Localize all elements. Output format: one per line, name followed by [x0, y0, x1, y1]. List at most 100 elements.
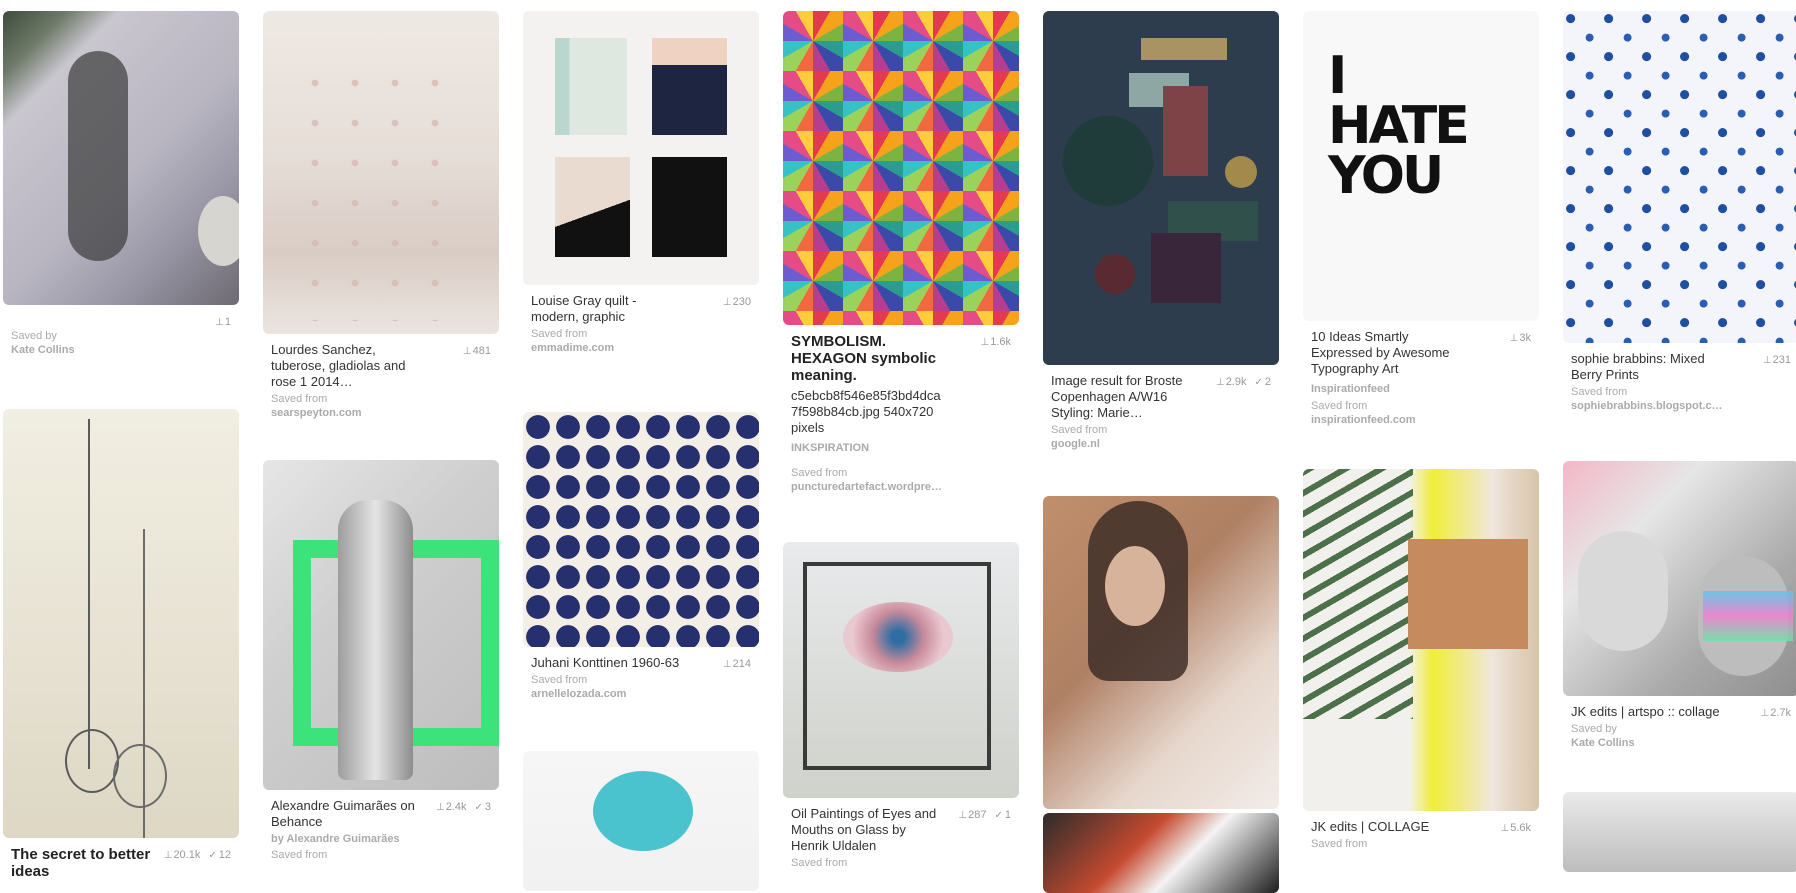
- pin-description: c5ebcb8f546e85f3bd4dca7f598b84cb.jpg 540…: [791, 388, 941, 435]
- saved-by-user[interactable]: Kate Collins: [11, 343, 191, 357]
- quilt-tile: [555, 38, 627, 135]
- pin-card[interactable]: [1043, 496, 1279, 809]
- saved-by-user[interactable]: Kate Collins: [1571, 736, 1751, 750]
- pin-title[interactable]: Lourdes Sanchez, tuberose, gladiolas and…: [271, 342, 421, 390]
- pin-icon: ⊥: [1760, 708, 1770, 719]
- pin-title[interactable]: Juhani Konttinen 1960-63: [531, 655, 681, 671]
- pin-icon: ⊥: [722, 659, 732, 670]
- pin-stats: ⊥2.7k: [1752, 705, 1791, 722]
- pin-image[interactable]: I HATE YOU: [1303, 11, 1539, 321]
- swatch-shape: [1141, 38, 1227, 60]
- pin-image[interactable]: [3, 409, 239, 838]
- pin-card[interactable]: [523, 751, 759, 891]
- pin-image[interactable]: [523, 751, 759, 891]
- pin-card[interactable]: ⊥231 sophie brabbins: Mixed Berry Prints…: [1563, 11, 1796, 413]
- pin-card[interactable]: ⊥1 Saved by Kate Collins: [3, 11, 239, 357]
- pin-meta: ⊥481 Lourdes Sanchez, tuberose, gladiola…: [263, 334, 499, 420]
- pin-card[interactable]: [1043, 813, 1279, 893]
- pin-card[interactable]: ⊥214 Juhani Konttinen 1960-63 Saved from…: [523, 412, 759, 701]
- pin-stats: ⊥1.6k: [972, 334, 1011, 351]
- quilt-tile: [652, 157, 727, 257]
- pin-stats: ⊥230: [715, 294, 751, 311]
- author-link[interactable]: by Alexandre Guimarães: [271, 832, 451, 846]
- pin-meta: ⊥20.1k ✓ 12 The secret to better ideas: [3, 838, 239, 880]
- pin-card[interactable]: [1563, 792, 1796, 872]
- pin-image[interactable]: [1043, 496, 1279, 809]
- pin-image[interactable]: [1563, 461, 1796, 696]
- pin-image[interactable]: [1563, 792, 1796, 872]
- pin-image[interactable]: [523, 412, 759, 647]
- flowers-shape: [303, 71, 453, 321]
- repin-count: 1.6k: [990, 336, 1011, 348]
- pin-card[interactable]: ⊥2.7k JK edits | artspo :: collage Saved…: [1563, 461, 1796, 750]
- source-link[interactable]: arnellelozada.com: [531, 687, 711, 701]
- pin-image[interactable]: [1043, 11, 1279, 365]
- pin-image[interactable]: [1303, 469, 1539, 811]
- cup-shape: [1095, 254, 1135, 294]
- typography-art: I HATE YOU: [1328, 50, 1470, 206]
- plate-shape: [1063, 116, 1153, 206]
- source-link[interactable]: searspeyton.com: [271, 406, 451, 420]
- pin-icon: ⊥: [958, 810, 968, 821]
- pin-image[interactable]: [1563, 11, 1796, 343]
- type-line-3: YOU: [1328, 146, 1444, 206]
- pin-image[interactable]: [263, 460, 499, 790]
- pin-icon: ⊥: [462, 346, 472, 357]
- pin-card[interactable]: ⊥287 ✓ 1 Oil Paintings of Eyes and Mouths …: [783, 542, 1019, 870]
- saved-by-label: Saved by: [11, 330, 57, 342]
- pin-stats: ⊥2.9k ✓ 2: [1208, 374, 1271, 391]
- saved-from-label: Saved from: [271, 393, 328, 405]
- source-link[interactable]: google.nl: [1051, 437, 1231, 451]
- pin-card[interactable]: ⊥2.4k ✓ 3 Alexandre Guimarães on Behance b…: [263, 460, 499, 862]
- saved-by-label: Saved by: [1571, 723, 1617, 735]
- source-link[interactable]: inspirationfeed.com: [1311, 413, 1491, 427]
- pin-image[interactable]: [263, 11, 499, 334]
- source-link[interactable]: puncturedartefact.wordpre…: [791, 480, 971, 494]
- quilt-tile: [555, 157, 630, 257]
- eye-shape: [843, 602, 953, 672]
- pin-brand: Inspirationfeed: [1311, 383, 1390, 395]
- pin-image[interactable]: [523, 11, 759, 285]
- pin-icon: ⊥: [980, 337, 990, 348]
- face-shape: [1578, 531, 1668, 651]
- pin-title[interactable]: SYMBOLISM. HEXAGON symbolic meaning.: [791, 333, 941, 384]
- pin-card[interactable]: ⊥481 Lourdes Sanchez, tuberose, gladiola…: [263, 11, 499, 420]
- pin-meta: ⊥2.4k ✓ 3 Alexandre Guimarães on Behance b…: [263, 790, 499, 862]
- column-1: ⊥1 Saved by Kate Collins ⊥20.1k ✓ 12 The s…: [3, 11, 239, 880]
- pin-image[interactable]: [783, 11, 1019, 325]
- pin-title[interactable]: JK edits | artspo :: collage: [1571, 704, 1721, 720]
- pin-icon: ⊥: [722, 297, 732, 308]
- pin-image[interactable]: [1043, 813, 1279, 893]
- pin-title[interactable]: Louise Gray quilt - modern, graphic: [531, 293, 681, 325]
- pin-card[interactable]: ⊥1.6k SYMBOLISM. HEXAGON symbolic meanin…: [783, 11, 1019, 494]
- pin-image[interactable]: [783, 542, 1019, 798]
- pin-title[interactable]: Image result for Broste Copenhagen A/W16…: [1051, 373, 1186, 421]
- pin-title[interactable]: Oil Paintings of Eyes and Mouths on Glas…: [791, 806, 941, 854]
- repin-count: 1: [224, 316, 231, 328]
- pin-icon: ⊥: [1500, 823, 1510, 834]
- pin-meta: ⊥1 Saved by Kate Collins: [3, 305, 239, 357]
- check-icon: ✓: [994, 810, 1003, 821]
- source-link[interactable]: sophiebrabbins.blogspot.c…: [1571, 399, 1751, 413]
- pin-card[interactable]: ⊥20.1k ✓ 12 The secret to better ideas: [3, 409, 239, 880]
- saved-from-label: Saved from: [1571, 386, 1628, 398]
- pin-image[interactable]: [3, 11, 239, 305]
- check-count: 2: [1264, 376, 1271, 388]
- repin-count: 3k: [1519, 332, 1531, 344]
- pin-stats: ⊥287 ✓ 1: [950, 807, 1011, 824]
- pin-title[interactable]: sophie brabbins: Mixed Berry Prints: [1571, 351, 1721, 383]
- check-count: 1: [1004, 809, 1011, 821]
- pin-card[interactable]: ⊥230 Louise Gray quilt - modern, graphic…: [523, 11, 759, 355]
- pin-title[interactable]: Alexandre Guimarães on Behance: [271, 798, 421, 830]
- pin-card[interactable]: ⊥2.9k ✓ 2 Image result for Broste Copenhag…: [1043, 11, 1279, 451]
- pin-meta: ⊥2.7k JK edits | artspo :: collage Saved…: [1563, 696, 1796, 750]
- pin-meta: ⊥3k 10 Ideas Smartly Expressed by Awesom…: [1303, 321, 1539, 427]
- check-icon: ✓: [1254, 377, 1263, 388]
- pin-title[interactable]: 10 Ideas Smartly Expressed by Awesome Ty…: [1311, 329, 1451, 377]
- paint-shape: [1703, 591, 1793, 641]
- pin-title[interactable]: The secret to better ideas: [11, 846, 161, 880]
- source-link[interactable]: emmadime.com: [531, 341, 711, 355]
- pin-card[interactable]: ⊥5.6k JK edits | COLLAGE Saved from: [1303, 469, 1539, 851]
- pin-title[interactable]: JK edits | COLLAGE: [1311, 819, 1461, 835]
- pin-card[interactable]: I HATE YOU ⊥3k 10 Ideas Smartly Expresse…: [1303, 11, 1539, 427]
